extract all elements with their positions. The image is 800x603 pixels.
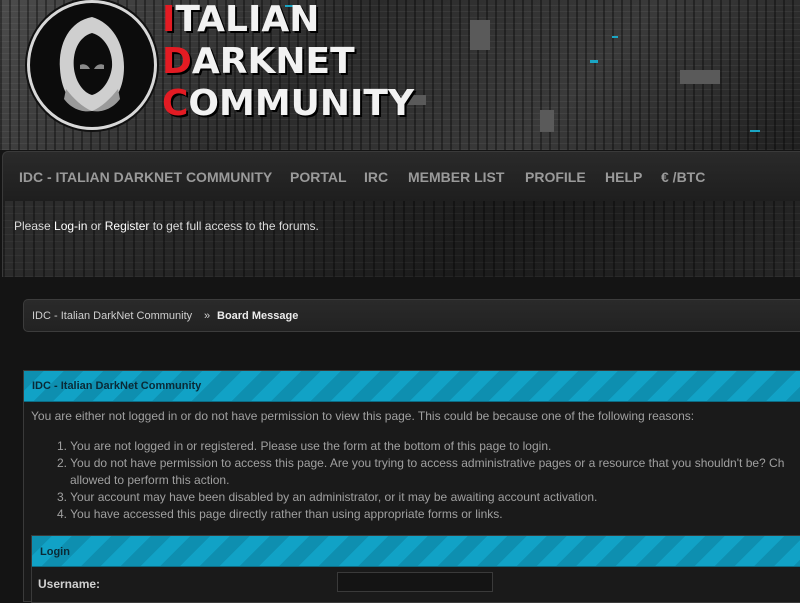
reason-item: 2. You do not have permission to access … [57, 456, 785, 470]
login-form: Login Username: [31, 535, 800, 603]
main-nav: IDC - Italian DarkNet Community Portal I… [2, 151, 800, 203]
register-link[interactable]: Register [105, 219, 150, 233]
panel-header: IDC - Italian DarkNet Community [24, 371, 800, 402]
guest-message: Please Log-in or Register to get full ac… [14, 219, 319, 233]
site-title-line-2: DARKNET [162, 41, 355, 82]
nav-item-btc[interactable]: € /BTC [661, 152, 705, 202]
nav-item-help[interactable]: Help [605, 152, 642, 202]
panel-title: IDC - Italian DarkNet Community [32, 380, 202, 392]
board-message-panel: IDC - Italian DarkNet Community You are … [23, 370, 800, 603]
nav-item-irc[interactable]: IRC [364, 152, 388, 202]
site-title-line-3: COMMUNITY [162, 83, 415, 124]
reason-item-continued: allowed to perform this action. [70, 473, 230, 487]
login-header: Login [32, 536, 800, 567]
breadcrumb-separator: » [204, 310, 211, 322]
breadcrumb: IDC - Italian DarkNet Community » Board … [23, 299, 800, 332]
reasons-list: 1. You are not logged in or registered. … [57, 438, 784, 523]
nav-item-member-list[interactable]: Member List [408, 152, 504, 202]
site-header: ITALIAN DARKNET COMMUNITY [0, 0, 800, 150]
username-input[interactable] [337, 572, 493, 592]
nav-item-profile[interactable]: Profile [525, 152, 586, 202]
nav-item-home[interactable]: IDC - Italian DarkNet Community [19, 152, 272, 202]
login-title: Login [40, 546, 70, 558]
guest-bar: Please Log-in or Register to get full ac… [2, 201, 800, 277]
hooded-figure-icon [59, 17, 124, 112]
no-permission-intro: You are either not logged in or do not h… [31, 409, 695, 423]
reason-item: 4. You have accessed this page directly … [57, 507, 503, 521]
breadcrumb-current: Board Message [217, 310, 299, 322]
login-link[interactable]: Log-in [54, 219, 87, 233]
reason-item: 1. You are not logged in or registered. … [57, 439, 552, 453]
logo[interactable] [27, 0, 157, 130]
nav-item-portal[interactable]: Portal [290, 152, 347, 202]
site-title-line-1: ITALIAN [162, 0, 320, 40]
breadcrumb-home-link[interactable]: IDC - Italian DarkNet Community [32, 310, 192, 322]
reason-item: 3. Your account may have been disabled b… [57, 490, 598, 504]
username-label: Username: [38, 577, 101, 591]
